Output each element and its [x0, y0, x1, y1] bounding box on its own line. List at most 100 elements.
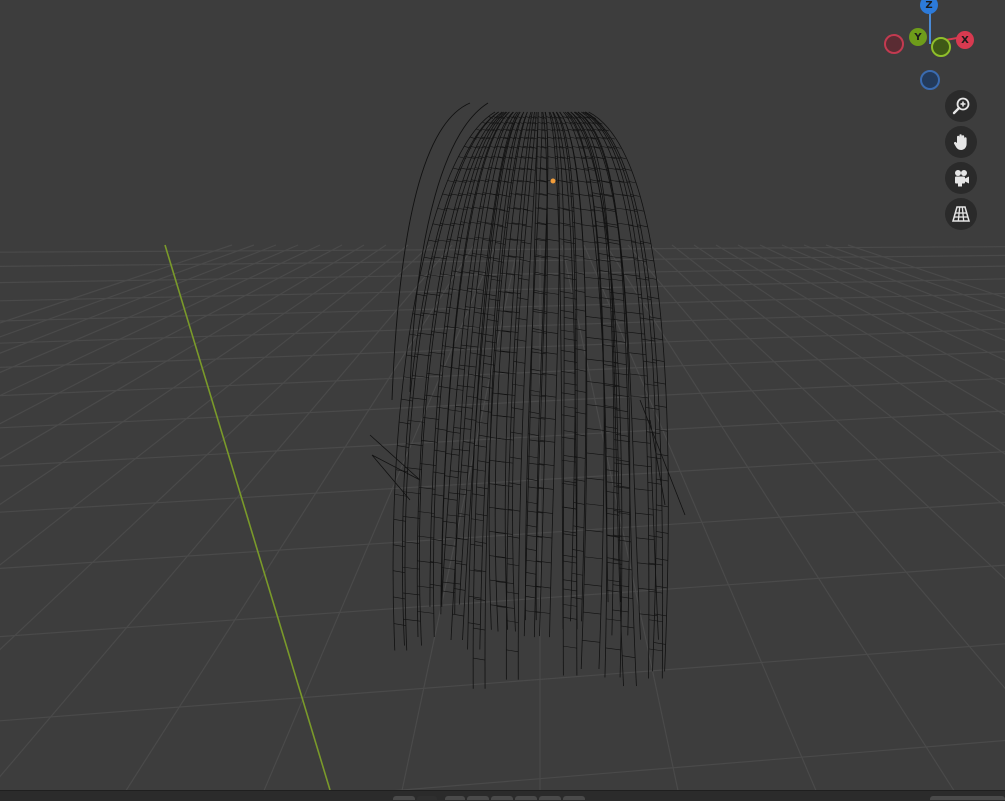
- hair-strand: [560, 329, 575, 333]
- hair-strand: [497, 415, 515, 418]
- hair-strand: [393, 570, 406, 573]
- perspective-toggle-button[interactable]: [945, 198, 977, 230]
- hair-strand: [561, 392, 576, 396]
- hair-strand: [563, 616, 577, 620]
- hair-strand: [619, 239, 636, 242]
- perspective-grid-icon: [952, 206, 970, 222]
- hair-strand: [653, 642, 666, 645]
- grid-line: [0, 451, 1005, 513]
- hair-strand: [583, 611, 601, 615]
- hair-strand: [504, 111, 533, 630]
- pan-button[interactable]: [945, 126, 977, 158]
- viewport-scene[interactable]: [0, 0, 1005, 790]
- hair-strand: [495, 532, 513, 535]
- hair-strand: [525, 548, 537, 551]
- hair-strand: [607, 225, 618, 228]
- gizmo-y-axis[interactable]: Y: [909, 28, 927, 46]
- hair-strand: [432, 223, 443, 227]
- hair-strand: [534, 289, 544, 293]
- gizmo-neg-y-axis[interactable]: [931, 37, 951, 57]
- hair-strand: [613, 394, 630, 397]
- hair-strand: [469, 221, 481, 225]
- status-bar-tab[interactable]: [515, 796, 537, 800]
- gizmo-x-axis[interactable]: X: [956, 31, 974, 49]
- hair-strand: [561, 459, 576, 463]
- status-bar-tab[interactable]: [539, 796, 561, 800]
- hair-strand: [654, 405, 667, 408]
- grid-line: [125, 244, 475, 790]
- hair-strand: [393, 596, 406, 600]
- hair-strand: [581, 224, 597, 227]
- hair-strand: [397, 445, 410, 448]
- hair-strand: [565, 145, 573, 149]
- hair-strand: [584, 556, 603, 560]
- gizmo-neg-x-axis[interactable]: [884, 34, 904, 54]
- hair-strand: [472, 206, 484, 210]
- status-bar-tab[interactable]: [467, 796, 489, 800]
- hair-strand: [455, 406, 473, 409]
- grid-line: [0, 244, 277, 354]
- hair-strand: [606, 590, 622, 593]
- hair-strand: [606, 507, 622, 511]
- hair-strand: [475, 513, 488, 517]
- hair-strand: [633, 208, 644, 212]
- gizmo-neg-z-axis[interactable]: [920, 70, 940, 90]
- 3d-viewport[interactable]: Z Y X: [0, 0, 1005, 790]
- hair-strand: [470, 352, 482, 356]
- status-bar-tab[interactable]: [491, 796, 513, 800]
- hair-strand: [585, 296, 602, 299]
- hair-strand: [416, 293, 428, 297]
- camera-view-button[interactable]: [945, 162, 977, 194]
- hair-strand: [594, 241, 608, 245]
- status-bar-tab[interactable]: [930, 796, 1005, 800]
- status-bar-tab[interactable]: [393, 796, 415, 800]
- hair-strand: [568, 167, 577, 170]
- hair-strand: [495, 484, 513, 487]
- hair-strand: [523, 209, 534, 212]
- hair-strand: [586, 477, 604, 481]
- hair-strand: [420, 463, 437, 466]
- hair-strand: [648, 619, 663, 623]
- hair-strand: [610, 278, 623, 282]
- hair-strand: [635, 512, 654, 516]
- status-bar-tab[interactable]: [563, 796, 585, 800]
- zoom-button[interactable]: [945, 90, 977, 122]
- grid-line: [0, 244, 255, 338]
- hair-strand: [479, 111, 525, 650]
- hair-strand: [468, 595, 482, 599]
- hair-strand: [572, 549, 584, 552]
- hair-strand: [441, 590, 456, 594]
- hair-strand: [409, 333, 421, 337]
- hair-strand: [510, 431, 523, 435]
- grid-line: [0, 410, 1005, 467]
- hair-strand: [434, 449, 447, 453]
- hair-strand: [647, 456, 661, 459]
- hair-strand: [477, 398, 490, 402]
- hair-strand: [645, 407, 660, 410]
- hair-strand: [582, 240, 598, 244]
- hair-strand: [532, 328, 543, 331]
- hair-strand: [546, 222, 560, 226]
- hair-strand: [560, 310, 574, 313]
- grid-line: [0, 501, 1005, 569]
- hair-strand: [520, 241, 532, 245]
- hair-strand: [559, 255, 572, 258]
- status-bar-tab[interactable]: [417, 796, 437, 800]
- status-bar-tab[interactable]: [445, 796, 465, 800]
- hair-strand: [585, 529, 604, 533]
- hair-strand: [648, 648, 663, 652]
- hair-strand: [631, 241, 644, 245]
- hair-strand: [562, 554, 577, 558]
- y-axis-line: [164, 244, 331, 790]
- hair-strand: [453, 588, 466, 591]
- hair-strand: [563, 480, 578, 484]
- hair-strand: [450, 470, 468, 474]
- hair-strand: [512, 383, 525, 387]
- hair-strand: [648, 590, 663, 594]
- hair-strand: [444, 325, 456, 329]
- hair-strand: [461, 344, 479, 348]
- hair-strand: [572, 222, 582, 225]
- hair-strand: [517, 297, 529, 300]
- hair-strand: [563, 506, 577, 510]
- grid-line: [825, 244, 1005, 311]
